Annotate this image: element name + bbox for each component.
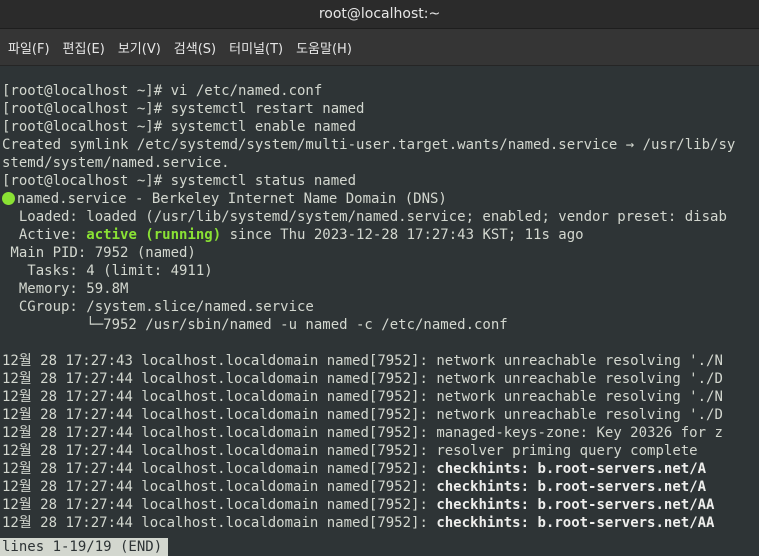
terminal-line: stemd/system/named.service. xyxy=(0,154,759,172)
line-text: Loaded: loaded (/usr/lib/systemd/system/… xyxy=(2,209,727,225)
active-status: active (running) xyxy=(86,227,222,243)
line-text: 12월 28 17:27:43 localhost.localdomain na… xyxy=(2,353,723,369)
line-text: 12월 28 17:27:44 localhost.localdomain na… xyxy=(2,461,437,477)
terminal-line: Active: active (running) since Thu 2023-… xyxy=(0,226,759,244)
terminal-line: 12월 28 17:27:44 localhost.localdomain na… xyxy=(0,442,759,460)
terminal-line: 12월 28 17:27:44 localhost.localdomain na… xyxy=(0,478,759,496)
line-text: CGroup: /system.slice/named.service xyxy=(2,299,314,315)
terminal-line: [root@localhost ~]# systemctl enable nam… xyxy=(0,118,759,136)
window-titlebar[interactable]: root@localhost:~ xyxy=(0,0,759,29)
terminal-line: Tasks: 4 (limit: 4911) xyxy=(0,262,759,280)
line-text: 12월 28 17:27:44 localhost.localdomain na… xyxy=(2,497,437,513)
line-text: since Thu 2023-12-28 17:27:43 KST; 11s a… xyxy=(221,227,584,243)
line-text: 12월 28 17:27:44 localhost.localdomain na… xyxy=(2,515,437,531)
terminal-line: 12월 28 17:27:44 localhost.localdomain na… xyxy=(0,514,759,532)
line-text: Memory: 59.8M xyxy=(2,281,129,297)
terminal-line: Created symlink /etc/systemd/system/mult… xyxy=(0,136,759,154)
terminal-area[interactable]: [root@localhost ~]# vi /etc/named.conf [r… xyxy=(0,66,759,556)
terminal-line: 12월 28 17:27:44 localhost.localdomain na… xyxy=(0,460,759,478)
terminal-line: Loaded: loaded (/usr/lib/systemd/system/… xyxy=(0,208,759,226)
line-text: Main PID: 7952 (named) xyxy=(2,245,196,261)
line-text: Active: xyxy=(2,227,87,243)
line-bold-text: checkhints: b.root-servers.net/AA xyxy=(436,497,715,513)
terminal-line: [root@localhost ~]# vi /etc/named.conf xyxy=(0,82,759,100)
line-bold-text: checkhints: b.root-servers.net/AA xyxy=(436,515,715,531)
line-text: 12월 28 17:27:44 localhost.localdomain na… xyxy=(2,389,723,405)
line-text: [root@localhost ~]# vi /etc/named.conf xyxy=(2,83,323,99)
terminal-line: named.service - Berkeley Internet Name D… xyxy=(0,190,759,208)
terminal-line: 12월 28 17:27:44 localhost.localdomain na… xyxy=(0,424,759,442)
terminal-line: 12월 28 17:27:44 localhost.localdomain na… xyxy=(0,496,759,514)
menu-edit[interactable]: 편집(E) xyxy=(63,34,105,61)
line-text: └─7952 /usr/sbin/named -u named -c /etc/… xyxy=(2,317,508,333)
pager-status: lines 1-19/19 (END) xyxy=(0,538,169,556)
terminal-line: CGroup: /system.slice/named.service xyxy=(0,298,759,316)
line-text: 12월 28 17:27:44 localhost.localdomain na… xyxy=(2,443,698,459)
terminal-line: [root@localhost ~]# systemctl restart na… xyxy=(0,100,759,118)
menu-file[interactable]: 파일(F) xyxy=(8,34,50,61)
window-title: root@localhost:~ xyxy=(318,6,441,22)
line-text: [root@localhost ~]# systemctl restart na… xyxy=(2,101,365,117)
terminal-line: 12월 28 17:27:43 localhost.localdomain na… xyxy=(0,352,759,370)
terminal-line: 12월 28 17:27:44 localhost.localdomain na… xyxy=(0,370,759,388)
status-dot-icon xyxy=(2,192,15,205)
line-text: 12월 28 17:27:44 localhost.localdomain na… xyxy=(2,425,723,441)
menu-view[interactable]: 보기(V) xyxy=(118,34,161,61)
line-text: [root@localhost ~]# systemctl status nam… xyxy=(2,173,357,189)
line-text: 12월 28 17:27:44 localhost.localdomain na… xyxy=(2,407,723,423)
line-bold-text: checkhints: b.root-servers.net/A xyxy=(436,461,707,477)
terminal-output: [root@localhost ~]# vi /etc/named.conf [r… xyxy=(0,66,759,532)
terminal-line: Memory: 59.8M xyxy=(0,280,759,298)
terminal-line: └─7952 /usr/sbin/named -u named -c /etc/… xyxy=(0,316,759,334)
line-text: stemd/system/named.service. xyxy=(2,155,230,171)
terminal-line: [root@localhost ~]# systemctl status nam… xyxy=(0,172,759,190)
menu-bar: 파일(F) 편집(E) 보기(V) 검색(S) 터미널(T) 도움말(H) xyxy=(0,29,759,66)
menu-help[interactable]: 도움말(H) xyxy=(296,34,352,61)
terminal-line: Main PID: 7952 (named) xyxy=(0,244,759,262)
line-bold-text: checkhints: b.root-servers.net/A xyxy=(436,479,707,495)
menu-search[interactable]: 검색(S) xyxy=(174,34,216,61)
line-text: 12월 28 17:27:44 localhost.localdomain na… xyxy=(2,479,437,495)
terminal-line: 12월 28 17:27:44 localhost.localdomain na… xyxy=(0,406,759,424)
terminal-line: 12월 28 17:27:44 localhost.localdomain na… xyxy=(0,388,759,406)
menu-terminal[interactable]: 터미널(T) xyxy=(229,34,283,61)
line-text: 12월 28 17:27:44 localhost.localdomain na… xyxy=(2,371,723,387)
line-text: Tasks: 4 (limit: 4911) xyxy=(2,263,213,279)
line-text: Created symlink /etc/systemd/system/mult… xyxy=(2,137,736,153)
line-text: [root@localhost ~]# systemctl enable nam… xyxy=(2,119,357,135)
line-text: named.service - Berkeley Internet Name D… xyxy=(17,191,447,207)
